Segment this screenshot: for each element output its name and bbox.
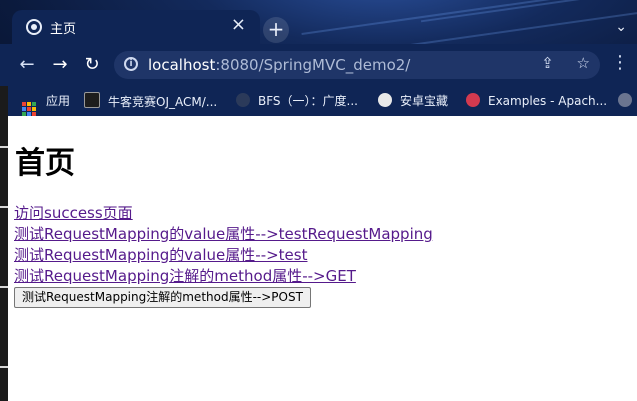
nowcoder-icon — [84, 92, 100, 108]
bookmark-label: Examples - Apach... — [488, 94, 608, 108]
tab-title: 主页 — [50, 22, 77, 37]
url-path: :8080/SpringMVC_demo2/ — [215, 56, 411, 74]
bookmark-label: BFS（一）：广度... — [258, 94, 358, 108]
bookmark-overflow[interactable] — [618, 92, 637, 110]
link-list: 访问success页面 测试RequestMapping的value属性-->t… — [14, 203, 433, 287]
bookmark-label: 牛客竞赛OJ_ACM/... — [108, 95, 218, 109]
bookmark-android-treasure[interactable]: 安卓宝藏 — [378, 92, 448, 110]
bookmark-examples[interactable]: Examples - Apach... — [466, 92, 607, 110]
url-text[interactable]: localhost:8080/SpringMVC_demo2/ — [148, 56, 410, 74]
browser-menu-icon[interactable]: ⋮ — [611, 52, 629, 73]
method-get-link[interactable]: 测试RequestMapping注解的method属性-->GET — [14, 266, 433, 287]
url-host: localhost — [148, 56, 216, 74]
bookmark-star-icon[interactable]: ☆ — [577, 54, 590, 72]
new-tab-button[interactable]: + — [263, 17, 289, 43]
page-content: 首页 访问success页面 测试RequestMapping的value属性-… — [8, 116, 637, 401]
success-page-link[interactable]: 访问success页面 — [14, 203, 433, 224]
share-icon[interactable]: ⇪ — [541, 54, 554, 72]
browser-chrome: 主页 × + ⌄ ← → ↻ i localhost:8080/SpringMV… — [0, 0, 637, 116]
tab-search-chevron-icon[interactable]: ⌄ — [615, 19, 627, 35]
globe-icon — [618, 93, 632, 107]
background-window-edge — [0, 86, 8, 401]
page-title: 首页 — [15, 146, 75, 181]
examples-icon — [466, 93, 480, 107]
bookmark-label: 应用 — [46, 94, 71, 108]
active-tab[interactable]: 主页 × — [12, 10, 260, 44]
github-icon — [378, 93, 392, 107]
tab-strip: 主页 × + ⌄ — [0, 0, 637, 44]
close-tab-icon[interactable]: × — [231, 14, 246, 36]
forward-button[interactable]: → — [47, 52, 73, 78]
bookmark-apps[interactable]: 应用 — [22, 92, 71, 116]
back-button[interactable]: ← — [14, 52, 40, 78]
test-request-mapping-link[interactable]: 测试RequestMapping的value属性-->testRequestMa… — [14, 224, 433, 245]
bookmark-bfs[interactable]: BFS（一）：广度... — [236, 92, 358, 110]
apps-grid-icon — [22, 102, 36, 116]
bookmark-nowcoder[interactable]: 牛客竞赛OJ_ACM/... — [84, 92, 217, 110]
method-post-button[interactable]: 测试RequestMapping注解的method属性-->POST — [14, 287, 311, 308]
address-bar[interactable]: i localhost:8080/SpringMVC_demo2/ ⇪ ☆ — [114, 51, 600, 79]
reload-button[interactable]: ↻ — [79, 52, 105, 78]
bookmark-label: 安卓宝藏 — [400, 94, 449, 108]
globe-icon — [26, 19, 42, 35]
test-link[interactable]: 测试RequestMapping的value属性-->test — [14, 245, 433, 266]
bookmark-icon — [236, 93, 250, 107]
browser-toolbar: ← → ↻ i localhost:8080/SpringMVC_demo2/ … — [0, 44, 637, 86]
site-info-icon[interactable]: i — [124, 57, 138, 71]
bookmarks-bar: 应用 牛客竞赛OJ_ACM/... BFS（一）：广度... 安卓宝藏 Exam… — [0, 86, 637, 116]
